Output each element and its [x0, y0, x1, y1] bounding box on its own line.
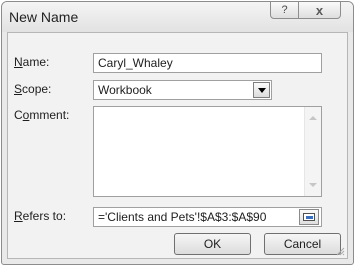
dialog-body: Name: Caryl_Whaley Scope: Workbook Comme…	[7, 32, 348, 259]
new-name-dialog: New Name ? x Name: Caryl_Whaley Scope: W…	[1, 1, 354, 265]
chevron-down-icon	[257, 87, 266, 93]
close-icon: x	[315, 2, 324, 18]
collapse-dialog-button[interactable]	[299, 209, 319, 225]
scroll-down-icon[interactable]	[309, 183, 317, 187]
scroll-up-icon[interactable]	[309, 116, 317, 120]
name-label: Name:	[14, 55, 50, 69]
help-button[interactable]: ?	[270, 2, 299, 19]
dialog-title: New Name	[9, 9, 79, 25]
cancel-button[interactable]: Cancel	[264, 233, 341, 255]
title-bar[interactable]: New Name ? x	[2, 2, 353, 32]
scope-label: Scope:	[14, 82, 52, 96]
close-button[interactable]: x	[298, 2, 341, 19]
scope-dropdown-button[interactable]	[253, 82, 270, 98]
refers-to-input[interactable]: ='Clients and Pets'!$A$3:$A$90	[93, 207, 322, 227]
resize-grip-icon[interactable]	[335, 246, 345, 256]
refers-to-value: ='Clients and Pets'!$A$3:$A$90	[98, 210, 267, 224]
ok-button[interactable]: OK	[174, 233, 251, 255]
question-icon: ?	[281, 4, 288, 16]
name-input[interactable]: Caryl_Whaley	[93, 53, 322, 73]
comment-textarea[interactable]	[93, 106, 322, 197]
collapse-dialog-icon-selection	[306, 216, 313, 219]
comment-scrollbar[interactable]	[304, 107, 321, 196]
scope-dropdown[interactable]: Workbook	[93, 80, 272, 100]
scope-value: Workbook	[98, 83, 152, 97]
comment-label: Comment:	[14, 108, 70, 122]
refers-to-label: Refers to:	[14, 209, 67, 223]
